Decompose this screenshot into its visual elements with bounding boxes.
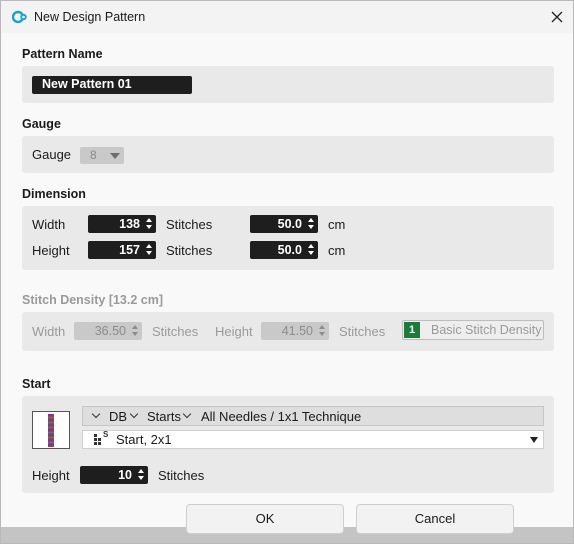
start-height-value: 10 <box>118 468 132 482</box>
chevron-down-icon <box>530 437 538 443</box>
start-panel: DB Starts All Needles / 1x1 Technique S … <box>22 396 554 493</box>
density-height-label: Height <box>215 324 253 339</box>
width-stitches-unit: Stitches <box>166 217 213 232</box>
spin-down-icon[interactable] <box>319 332 325 336</box>
height-stitches-spinner[interactable]: 157 <box>88 241 156 259</box>
density-height-unit: Stitches <box>339 324 386 339</box>
spin-down-icon[interactable] <box>146 251 152 255</box>
width-stitches-value: 138 <box>119 217 140 231</box>
spin-up-icon[interactable] <box>308 218 314 222</box>
density-number-badge: 1 <box>404 322 420 338</box>
width-cm-unit: cm <box>328 217 346 232</box>
gauge-select[interactable]: 8 <box>80 147 124 164</box>
height-cm-spinner[interactable]: 50.0 <box>250 241 318 259</box>
spin-up-icon[interactable] <box>132 325 138 329</box>
width-cm-spinner[interactable]: 50.0 <box>250 215 318 233</box>
close-button[interactable] <box>541 3 573 31</box>
pattern-name-input[interactable]: New Pattern 01 <box>32 76 192 94</box>
spin-down-icon[interactable] <box>308 225 314 229</box>
spin-up-icon[interactable] <box>308 244 314 248</box>
spin-down-icon[interactable] <box>132 332 138 336</box>
window-title: New Design Pattern <box>34 10 146 24</box>
basic-stitch-density-button[interactable]: 1 Basic Stitch Density <box>402 320 544 340</box>
dialog-window: New Design Pattern Pattern Name New Patt… <box>0 0 574 544</box>
start-preview-pattern <box>48 414 54 447</box>
start-height-unit: Stitches <box>158 468 205 483</box>
height-label: Height <box>32 243 70 258</box>
height-cm-unit: cm <box>328 243 346 258</box>
gauge-label: Gauge <box>32 147 72 162</box>
basic-stitch-density-label: Basic Stitch Density <box>431 323 542 337</box>
start-icon-superscript: S <box>103 430 109 439</box>
close-icon <box>551 11 563 23</box>
density-height-spinner[interactable]: 41.50 <box>261 322 329 340</box>
starts-label[interactable]: Starts <box>147 409 181 424</box>
cancel-button[interactable]: Cancel <box>356 504 514 534</box>
gauge-select-value: 8 <box>90 148 97 162</box>
technique-bar: DB Starts All Needles / 1x1 Technique <box>82 406 544 426</box>
stitch-density-heading: Stitch Density [13.2 cm] <box>22 293 164 307</box>
width-cm-value: 50.0 <box>277 217 302 231</box>
start-preview-thumbnail <box>32 411 70 449</box>
db-label[interactable]: DB <box>109 409 127 424</box>
density-width-unit: Stitches <box>152 324 199 339</box>
pattern-name-heading: Pattern Name <box>22 47 103 61</box>
start-type-value: Start, 2x1 <box>116 432 172 447</box>
spin-down-icon[interactable] <box>146 225 152 229</box>
gauge-panel: Gauge 8 <box>22 136 554 173</box>
density-width-value: 36.50 <box>94 324 126 338</box>
height-cm-value: 50.0 <box>277 243 302 257</box>
app-logo-icon <box>12 10 27 24</box>
spin-up-icon[interactable] <box>146 218 152 222</box>
title-bar: New Design Pattern <box>1 1 573 33</box>
start-height-label: Height <box>32 468 70 483</box>
chevron-down-icon <box>110 153 120 159</box>
dimension-panel: Width 138 Stitches 50.0 cm Height 157 St… <box>22 206 554 270</box>
density-width-spinner[interactable]: 36.50 <box>74 322 142 340</box>
spin-up-icon[interactable] <box>138 469 144 473</box>
db-chevron-down-icon[interactable] <box>91 409 101 419</box>
ok-button[interactable]: OK <box>186 504 344 534</box>
spin-up-icon[interactable] <box>319 325 325 329</box>
spin-down-icon[interactable] <box>138 476 144 480</box>
dialog-content: Pattern Name New Pattern 01 Gauge Gauge … <box>1 33 573 527</box>
width-stitches-spinner[interactable]: 138 <box>88 215 156 233</box>
width-label: Width <box>32 217 66 232</box>
start-heading: Start <box>22 377 51 391</box>
dimension-heading: Dimension <box>22 187 86 201</box>
technique-chevron-down-icon[interactable] <box>182 409 192 419</box>
technique-label[interactable]: All Needles / 1x1 Technique <box>201 409 361 424</box>
height-stitches-value: 157 <box>119 243 140 257</box>
starts-chevron-down-icon[interactable] <box>129 409 139 419</box>
stitch-density-panel: Width 36.50 Stitches Height 41.50 Stitch… <box>22 312 554 351</box>
spin-down-icon[interactable] <box>308 251 314 255</box>
density-height-value: 41.50 <box>281 324 313 338</box>
height-stitches-unit: Stitches <box>166 243 213 258</box>
start-type-select[interactable]: S Start, 2x1 <box>82 430 544 449</box>
start-height-spinner[interactable]: 10 <box>80 466 148 484</box>
gauge-heading: Gauge <box>22 117 61 131</box>
pattern-name-panel: New Pattern 01 <box>22 66 554 103</box>
density-width-label: Width <box>32 324 66 339</box>
spin-up-icon[interactable] <box>146 244 152 248</box>
